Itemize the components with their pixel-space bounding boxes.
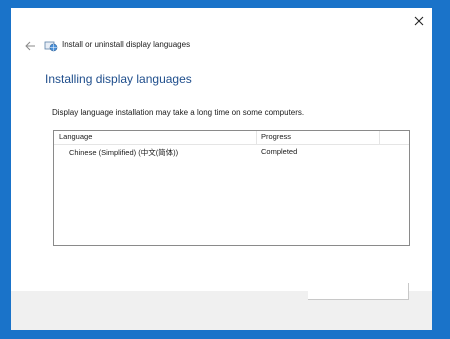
window-title: Install or uninstall display languages	[62, 40, 191, 49]
column-divider[interactable]	[379, 131, 380, 144]
dialog-window: Install or uninstall display languages I…	[11, 8, 432, 330]
page-title: Installing display languages	[45, 72, 192, 86]
title-bar: Install or uninstall display languages	[11, 38, 432, 54]
column-header-language[interactable]: Language	[59, 132, 92, 141]
desktop-background	[432, 0, 450, 339]
back-arrow-icon	[25, 41, 35, 51]
column-divider[interactable]	[256, 131, 257, 144]
row-progress: Completed	[261, 147, 298, 156]
row-language: Chinese (Simplified) (中文(简体))	[69, 148, 179, 157]
install-notice: Display language installation may take a…	[52, 108, 305, 117]
column-header-progress[interactable]: Progress	[261, 132, 291, 141]
language-app-icon	[44, 39, 58, 53]
back-button[interactable]	[24, 40, 36, 52]
footer-button[interactable]	[308, 283, 409, 300]
close-icon	[414, 16, 424, 26]
list-header: Language Progress	[54, 131, 409, 145]
language-progress-list[interactable]: Language Progress Chinese (Simplified) (…	[53, 130, 410, 246]
close-button[interactable]	[412, 14, 426, 28]
list-row[interactable]: Chinese (Simplified) (中文(简体)) Completed	[54, 146, 409, 158]
